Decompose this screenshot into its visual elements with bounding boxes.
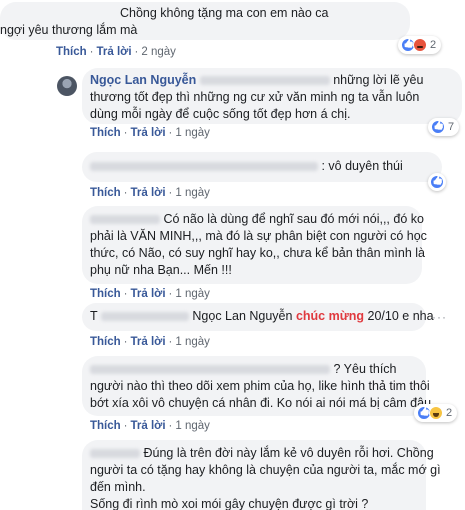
comment-actions: Thích · Trả lời · 1 ngày [90, 336, 210, 348]
like-link[interactable]: Thích [90, 420, 121, 432]
comment-text: người ta có tặng hay không là chuyện của… [90, 463, 441, 477]
reply-link[interactable]: Trả lời [131, 187, 166, 199]
comment-bubble: : vô duyên thúi [82, 152, 442, 182]
reply-link[interactable]: Trả lời [97, 46, 132, 58]
comment-bubble: Có não là dùng để nghĩ sau đó mới nói,,,… [82, 206, 427, 284]
author-name[interactable]: Ngọc Lan Nguyễn [192, 309, 292, 323]
reactions-badge[interactable]: 2 [398, 36, 442, 54]
comment-actions: Thích · Trả lời · 1 ngày [90, 420, 210, 432]
comment-text: phụ nữ nha Bạn... Mến !!! [90, 263, 232, 277]
timestamp[interactable]: 1 ngày [175, 187, 210, 199]
comment-bubble: T Ngọc Lan Nguyễn chúc mừng 20/10 e nha [82, 303, 434, 331]
comment-text: bớt xía xôi vô chuyện cá nhân đi. Ko nói… [90, 396, 432, 410]
comment-text: Đúng là trên đời này lắm kẻ vô duyên rỗi… [90, 445, 434, 462]
comment-bubble: ? Yêu thích người nào thì theo dõi xem p… [82, 356, 432, 416]
reaction-count: 2 [430, 39, 437, 51]
comment-text: : vô duyên thúi [90, 158, 434, 175]
redacted-name [90, 215, 160, 225]
comment-text: T Ngọc Lan Nguyễn chúc mừng 20/10 e nha [90, 309, 434, 323]
comment-bubble: Ngọc Lan Nguyễn những lời lẽ yêu thương … [82, 68, 462, 124]
timestamp[interactable]: 1 ngày [175, 288, 210, 300]
reactions-badge[interactable]: 2 [414, 404, 458, 422]
like-icon [430, 175, 444, 189]
comment-actions: Thích · Trả lời · 1 ngày [90, 127, 210, 139]
redacted-name [100, 312, 189, 322]
comment-actions: Thích · Trả lời · 1 ngày [90, 187, 210, 199]
reaction-count: 7 [448, 121, 455, 133]
timestamp[interactable]: 2 ngày [141, 46, 176, 58]
like-link[interactable]: Thích [56, 46, 87, 58]
comment-text: Chồng không tặng ma con em nào ca [0, 5, 400, 22]
haha-icon [429, 406, 443, 420]
avatar[interactable] [57, 76, 77, 96]
redacted-text [199, 76, 330, 86]
timestamp[interactable]: 1 ngày [175, 127, 210, 139]
reactions-badge[interactable]: 7 [428, 118, 460, 136]
author-name[interactable]: Ngọc Lan Nguyễn [90, 73, 196, 87]
like-icon [431, 120, 445, 134]
reply-link[interactable]: Trả lời [131, 336, 166, 348]
reply-link[interactable]: Trả lời [131, 127, 166, 139]
comment-text: dùng mỗi ngày để cuộc sống tốt đẹp hơn á… [90, 107, 351, 121]
comment-actions: Thích · Trả lời · 1 ngày [90, 288, 210, 300]
comment-text: Có não là dùng để nghĩ sau đó mới nói,,,… [90, 211, 424, 228]
ellipsis-icon[interactable]: ··· [432, 310, 447, 324]
reply-link[interactable]: Trả lời [131, 420, 166, 432]
comment-text: thương tốt đẹp thì những ng cư xử văn mi… [90, 90, 420, 104]
angry-icon [413, 38, 427, 52]
like-link[interactable]: Thích [90, 187, 121, 199]
reply-link[interactable]: Trả lời [131, 288, 166, 300]
like-link[interactable]: Thích [90, 288, 121, 300]
comment-bubble: Chồng không tặng ma con em nào ca ngợi y… [0, 2, 410, 40]
comment-actions: Thích · Trả lời · 2 ngày [56, 46, 176, 58]
highlight-text: chúc mừng [295, 309, 365, 323]
like-link[interactable]: Thích [90, 336, 121, 348]
comment-text: ngợi yêu thương lắm mà [0, 23, 138, 37]
comment-text: đến mình. [90, 480, 146, 494]
redacted-name [90, 365, 330, 375]
timestamp[interactable]: 1 ngày [175, 420, 210, 432]
comment-text: Sống đi rình mò xoi mói gây chuyện được … [90, 497, 369, 510]
redacted-name [90, 162, 318, 172]
comment-text: ? Yêu thích [90, 361, 418, 378]
comment-bubble: Đúng là trên đời này lắm kẻ vô duyên rỗi… [82, 440, 441, 510]
like-link[interactable]: Thích [90, 127, 121, 139]
timestamp[interactable]: 1 ngày [175, 336, 210, 348]
comment-text: phải là VĂN MINH,,, mà đó là sự phân biệ… [90, 229, 427, 243]
comment-text: thức, có Não, có suy nghĩ hay ko,, chưa … [90, 246, 425, 260]
reaction-count: 2 [446, 407, 453, 419]
comment-text: người nào thì theo dõi xem phim của họ, … [90, 379, 430, 393]
comment-text: Ngọc Lan Nguyễn những lời lẽ yêu [90, 73, 424, 87]
redacted-name [90, 449, 140, 459]
reactions-badge[interactable] [428, 173, 446, 191]
